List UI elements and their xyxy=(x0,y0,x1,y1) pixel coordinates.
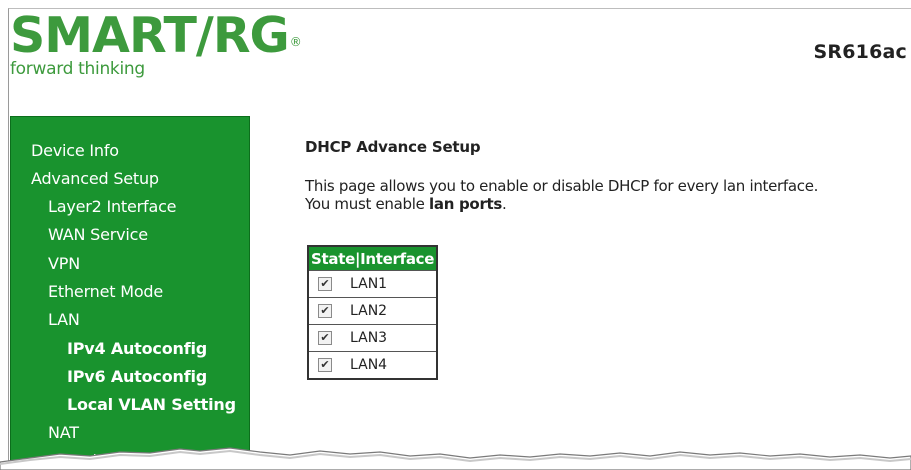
interface-label: LAN2 xyxy=(350,303,388,319)
interface-label: LAN1 xyxy=(350,276,388,292)
sidebar-item-ipv4-autoconfig[interactable]: IPv4 Autoconfig xyxy=(67,339,207,358)
sidebar-item-vpn[interactable]: VPN xyxy=(48,254,80,273)
sidebar-item-ethernet-mode[interactable]: Ethernet Mode xyxy=(48,282,163,301)
logo-text: SMART/RG xyxy=(10,7,290,64)
table-header-row: State|Interface xyxy=(308,246,438,271)
interface-label: LAN3 xyxy=(350,330,388,346)
description-line-1: This page allows you to enable or disabl… xyxy=(305,177,819,195)
sidebar-item-ipv6-autoconfig[interactable]: IPv6 Autoconfig xyxy=(67,367,207,386)
lan1-dhcp-checkbox[interactable]: ✔ xyxy=(318,277,332,291)
sidebar-item-wan-service[interactable]: WAN Service xyxy=(48,225,148,244)
sidebar-nav: Device Info Advanced Setup Layer2 Interf… xyxy=(10,116,250,470)
logo-registered-mark: ® xyxy=(289,35,302,49)
sidebar-item-local-vlan-setting[interactable]: Local VLAN Setting xyxy=(67,395,236,414)
table-cell: ✔ LAN4 xyxy=(307,351,438,380)
table-row: ✔ LAN3 xyxy=(307,324,438,352)
description-prefix: You must enable xyxy=(305,195,430,213)
lan3-dhcp-checkbox[interactable]: ✔ xyxy=(318,331,332,345)
sidebar-item-advanced-setup[interactable]: Advanced Setup xyxy=(31,169,159,188)
description-suffix: . xyxy=(502,195,507,213)
table-row: ✔ LAN4 xyxy=(307,351,438,380)
device-model: SR616ac xyxy=(813,41,907,63)
page: SMART/RG® forward thinking SR616ac Devic… xyxy=(0,0,911,470)
table-header-state-interface: State|Interface xyxy=(308,246,438,271)
logo-wordmark: SMART/RG® xyxy=(10,7,302,64)
main-content: DHCP Advance Setup This page allows you … xyxy=(305,138,911,213)
page-title: DHCP Advance Setup xyxy=(305,138,481,156)
description-line-2: You must enable lan ports. xyxy=(305,195,911,213)
description-emphasis: lan ports xyxy=(429,195,503,213)
table-cell: ✔ LAN2 xyxy=(307,297,438,325)
lan4-dhcp-checkbox[interactable]: ✔ xyxy=(318,358,332,372)
lan2-dhcp-checkbox[interactable]: ✔ xyxy=(318,304,332,318)
table-row: ✔ LAN1 xyxy=(307,270,438,298)
torn-edge-decoration xyxy=(0,447,911,470)
sidebar-item-lan[interactable]: LAN xyxy=(48,310,80,329)
table-cell: ✔ LAN3 xyxy=(307,324,438,352)
page-description: This page allows you to enable or disabl… xyxy=(305,177,911,213)
table-row: ✔ LAN2 xyxy=(307,297,438,325)
dhcp-interface-table: State|Interface ✔ LAN1 ✔ LAN2 ✔ LAN3 ✔ LAN4 xyxy=(307,245,439,380)
sidebar-item-layer2-interface[interactable]: Layer2 Interface xyxy=(48,197,177,216)
interface-label: LAN4 xyxy=(350,357,388,373)
smartrg-logo: SMART/RG® forward thinking xyxy=(10,7,302,88)
sidebar-item-device-info[interactable]: Device Info xyxy=(31,141,119,160)
table-cell: ✔ LAN1 xyxy=(307,270,438,298)
